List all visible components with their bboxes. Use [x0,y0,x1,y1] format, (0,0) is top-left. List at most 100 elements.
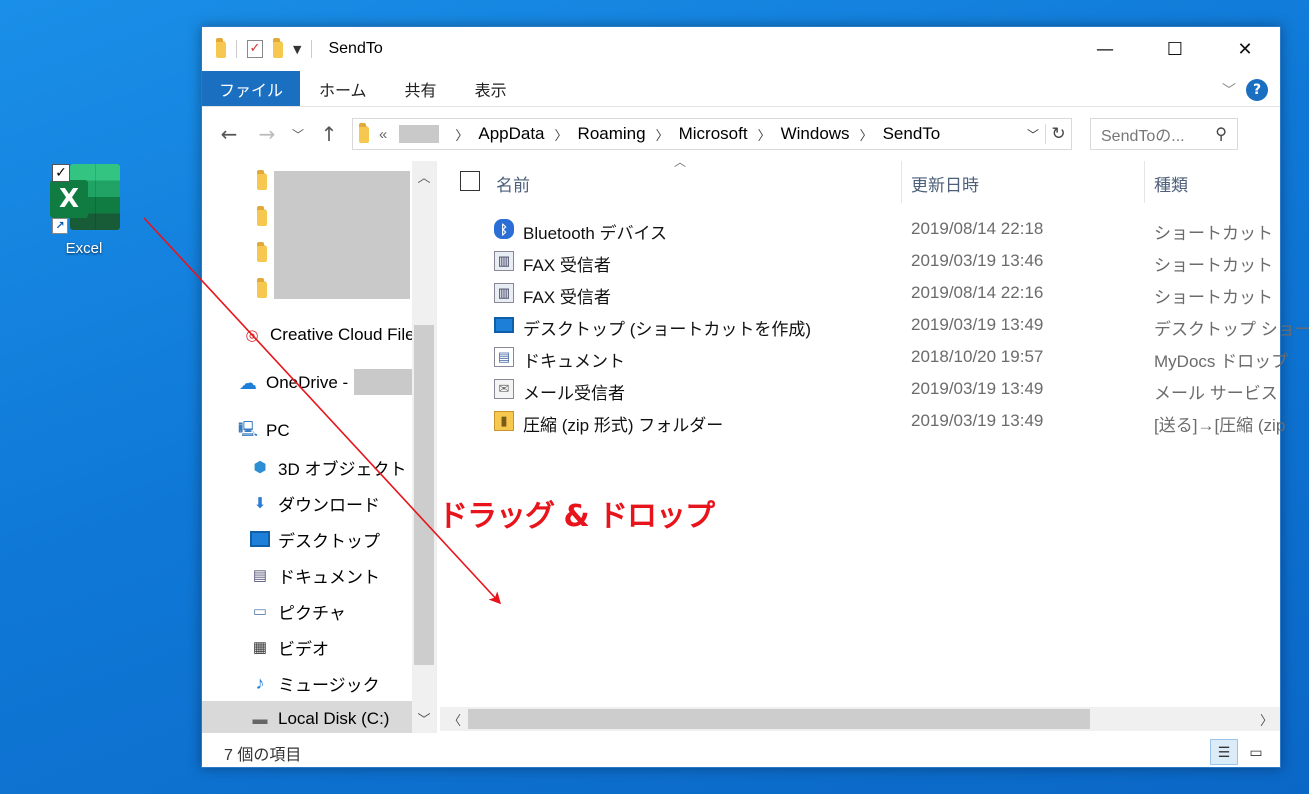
column-date[interactable]: 更新日時 [911,171,979,196]
redacted-user-crumb[interactable] [399,125,440,143]
nav-item-documents[interactable]: ▤ ドキュメント [250,557,380,593]
file-row[interactable]: ᛒ Bluetooth デバイス 2019/08/14 22:18 ショートカッ… [440,213,1280,245]
status-bar: 7 個の項目 ☰ ▭ [202,733,1280,767]
user-folder-icon [252,169,272,190]
tab-file[interactable]: ファイル [202,71,301,106]
file-list: ︿ 名前 更新日時 種類 ᛒ Bluetooth デバイス 2019/08/14… [440,155,1309,733]
zip-folder-icon: ▮ [494,411,514,431]
window-title: SendTo [328,40,383,57]
tab-home[interactable]: ホーム [300,71,386,106]
crumb-appdata[interactable]: AppData [478,124,544,144]
3d-objects-icon: ⬢ [253,459,267,476]
file-row[interactable]: ▮ 圧縮 (zip 形式) フォルダー 2019/03/19 13:49 [送る… [440,405,1285,437]
pc-icon: 🖳 [238,420,259,438]
forward-button[interactable]: → [252,122,282,146]
scroll-down-arrow-icon[interactable]: ﹀ [412,709,436,728]
column-type[interactable]: 種類 [1154,171,1188,196]
onedrive-cloud-icon: ☁ [239,372,257,393]
music-note-icon: ♪ [255,672,265,693]
cloud-folder-icon [252,205,272,226]
customize-toolbar-dropdown[interactable]: ▼ [293,43,301,56]
close-button[interactable]: ✕ [1210,27,1280,71]
navigation-bar: ← → ﹀ ↑ « 〉 AppData 〉 Roaming 〉 Microsof… [202,107,1280,161]
details-view-icon[interactable]: ☰ [1210,739,1238,765]
user-folder-icon [252,241,272,262]
crumb-roaming[interactable]: Roaming [578,124,646,144]
desktop-icon [250,530,270,548]
address-folder-icon [359,122,369,143]
nav-item-3d-objects[interactable]: ⬢ 3D オブジェクト [250,449,406,485]
excel-icon: X ✓ ↗ [48,164,120,234]
title-bar: ✓ ▼ SendTo — ☐ ✕ [202,27,1280,71]
search-box[interactable]: SendToの... ⚲ [1090,118,1238,150]
download-arrow-icon: ⬇ [253,495,267,512]
nav-scroll-thumb[interactable] [414,325,434,665]
quick-access-toolbar: ✓ ▼ SendTo [202,37,383,58]
file-row[interactable]: ▥ FAX 受信者 2019/08/14 22:16 ショートカット [440,277,1280,309]
file-row[interactable]: ▥ FAX 受信者 2019/03/19 13:46 ショートカット [440,245,1280,277]
nav-item-onedrive[interactable]: ☁ OneDrive - [238,365,348,401]
maximize-button[interactable]: ☐ [1140,27,1210,71]
up-button[interactable]: ↑ [314,122,344,146]
drive-icon: ▬ [252,710,268,728]
navigation-pane: ◎ Creative Cloud File ☁ OneDrive - 🖳 PC … [202,161,436,733]
minimize-button[interactable]: — [1070,27,1140,71]
horizontal-scroll-thumb[interactable] [468,709,1090,729]
document-icon: ▤ [494,347,514,367]
nav-item-videos[interactable]: ▦ ビデオ [250,629,329,665]
nav-item-pictures[interactable]: ▭ ピクチャ [250,593,346,629]
checkbox-icon: ✓ [52,164,70,182]
crumb-microsoft[interactable]: Microsoft [679,124,748,144]
new-folder-icon[interactable] [273,37,283,58]
item-count: 7 個の項目 [224,747,302,764]
desktop-icon-label: Excel [65,240,103,257]
select-all-checkbox[interactable] [460,171,480,191]
nav-item-creative-cloud[interactable]: ◎ Creative Cloud File [242,317,414,353]
nav-item-music[interactable]: ♪ ミュージック [250,665,380,701]
nav-item-pc[interactable]: 🖳 PC [238,413,290,449]
folder-icon [216,37,226,58]
refresh-icon[interactable]: ↻ [1045,124,1071,144]
crumb-windows[interactable]: Windows [781,124,850,144]
desktop-icon [494,315,514,335]
nav-pane-scrollbar[interactable]: ︿ ﹀ [412,161,436,733]
video-film-icon: ▦ [252,639,268,656]
ribbon-tabs: ファイル ホーム 共有 表示 ﹀ ? [202,71,1280,107]
tab-view[interactable]: 表示 [456,71,526,106]
crumb-sendto[interactable]: SendTo [883,124,941,144]
bluetooth-icon: ᛒ [494,219,514,239]
address-dropdown-icon[interactable]: ﹀ [1021,126,1045,143]
search-icon: ⚲ [1215,126,1227,143]
help-icon[interactable]: ? [1246,79,1268,101]
fax-icon: ▥ [494,251,514,271]
file-row[interactable]: デスクトップ (ショートカットを作成) 2019/03/19 13:49 デスク… [440,309,1309,341]
explorer-window: ✓ ▼ SendTo — ☐ ✕ ファイル ホーム 共有 表示 ﹀ ? ← → … [201,26,1309,768]
column-header-row: ︿ 名前 更新日時 種類 [440,155,1280,203]
scroll-up-arrow-icon[interactable]: ︿ [412,167,436,186]
folder-icon [252,277,272,298]
large-icons-view-icon[interactable]: ▭ [1242,739,1270,765]
redacted-area [274,171,410,299]
address-overflow[interactable]: « [379,126,387,143]
fax-icon: ▥ [494,283,514,303]
expand-ribbon-chevron-icon[interactable]: ﹀ [1222,80,1236,100]
scroll-left-arrow-icon[interactable]: 〈 [448,710,461,729]
nav-item-downloads[interactable]: ⬇ ダウンロード [250,485,380,521]
back-button[interactable]: ← [214,122,244,146]
drag-drop-annotation: ドラッグ & ドロップ [438,499,715,534]
shortcut-arrow-icon: ↗ [52,218,68,234]
horizontal-scrollbar[interactable]: 〈 〉 [440,707,1280,731]
file-row[interactable]: ▤ ドキュメント 2018/10/20 19:57 MyDocs ドロップ [440,341,1288,373]
address-bar[interactable]: « 〉 AppData 〉 Roaming 〉 Microsoft 〉 Wind… [352,118,1072,150]
column-name[interactable]: 名前 [496,171,530,196]
pictures-icon: ▭ [252,603,268,620]
nav-item-local-disk[interactable]: ▬ Local Disk (C:) [202,701,412,733]
scroll-right-arrow-icon[interactable]: 〉 [1260,710,1273,729]
properties-icon[interactable]: ✓ [247,40,263,58]
tab-share[interactable]: 共有 [386,71,456,106]
creative-cloud-icon: ◎ [245,327,259,344]
recent-locations-chevron-icon[interactable]: ﹀ [290,126,306,143]
file-row[interactable]: ✉ メール受信者 2019/03/19 13:49 メール サービス [440,373,1280,405]
sort-caret-icon: ︿ [674,155,687,169]
nav-item-desktop[interactable]: デスクトップ [250,521,380,557]
